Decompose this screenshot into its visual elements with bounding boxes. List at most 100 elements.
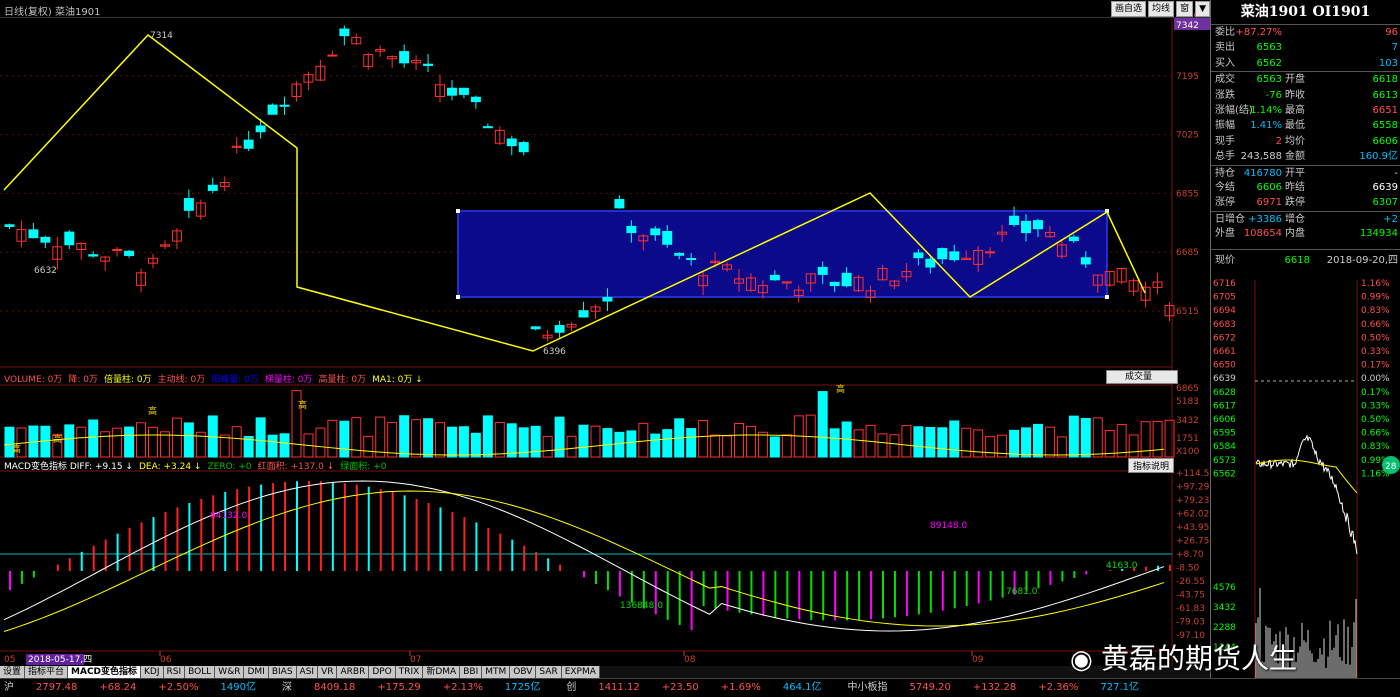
- volume-bar: [769, 436, 780, 458]
- volume-legend-item: MA1: 0万 ↓: [372, 375, 423, 385]
- status-item: 1490亿: [220, 682, 256, 693]
- tab-2[interactable]: 指标平台: [25, 666, 69, 678]
- volume-bar: [399, 415, 410, 458]
- tab-16[interactable]: BBI: [460, 666, 483, 678]
- volume-bar: [757, 431, 768, 458]
- intraday-pct-tick: 0.83%: [1361, 306, 1390, 316]
- tab-8[interactable]: DMI: [244, 666, 269, 678]
- stat-value: 6971: [1256, 197, 1282, 209]
- volume-indicator-dropdown[interactable]: 成交量: [1106, 370, 1178, 384]
- stat-value-2: 6651: [1372, 104, 1398, 116]
- macd-tick: -43.75: [1176, 591, 1205, 601]
- volume-bar: [327, 419, 338, 458]
- volume-legend-item: VOLUME: 0万: [4, 375, 63, 385]
- stat-row: 涨停 6971 跌停 6307: [1211, 195, 1400, 210]
- kline-chart-canvas[interactable]: 731466326396 高高高高高 84132.089148.0136848.…: [0, 0, 1400, 697]
- stat-value: -76: [1265, 89, 1282, 101]
- tab-7[interactable]: W&R: [215, 666, 245, 678]
- stat-label-2: 昨收: [1285, 89, 1305, 101]
- tab-13[interactable]: DPO: [369, 666, 396, 678]
- stat-label-2: 内盘: [1285, 228, 1305, 240]
- candle-body: [985, 251, 996, 254]
- tab-14[interactable]: TRIX: [395, 666, 424, 678]
- intraday-price-tick: 6650: [1213, 361, 1236, 371]
- volume-bar: [1032, 423, 1043, 458]
- status-item: 创: [566, 682, 577, 693]
- window-button[interactable]: 窗: [1176, 1, 1194, 17]
- tab-4[interactable]: KDJ: [141, 666, 164, 678]
- volume-bar: [411, 419, 422, 458]
- candle-body: [327, 54, 338, 57]
- volume-legend-item: 梯量柱: 0万: [264, 375, 313, 385]
- add-favorite-button[interactable]: 画自选: [1111, 1, 1147, 17]
- tab-9[interactable]: BIAS: [268, 666, 297, 678]
- tab-15[interactable]: 新DMA: [423, 666, 461, 678]
- intraday-price-tick: 6661: [1213, 347, 1236, 357]
- status-item: 1411.12: [598, 682, 640, 693]
- tab-3[interactable]: MACD变色指标: [68, 666, 142, 678]
- intraday-price-tick: 6595: [1213, 429, 1236, 439]
- month-label: 05: [4, 655, 15, 665]
- more-menu-button[interactable]: ▼: [1195, 1, 1210, 17]
- status-item: +23.50: [661, 682, 699, 693]
- candle-body: [554, 325, 565, 333]
- volume-bar: [925, 427, 936, 458]
- price-tick: 6855: [1176, 189, 1199, 199]
- indicator-help-button[interactable]: 指标说明: [1128, 458, 1175, 473]
- tab-18[interactable]: OBV: [510, 666, 537, 678]
- stat-label: 外盘: [1215, 228, 1235, 240]
- intraday-pct-tick: 0.99%: [1361, 293, 1390, 303]
- intraday-price-tick: 2288: [1213, 623, 1236, 633]
- candle-body: [1009, 215, 1020, 225]
- volume-bar: [698, 419, 709, 458]
- volume-bar: [315, 427, 326, 458]
- tab-10[interactable]: ASI: [296, 666, 319, 678]
- candle-body: [255, 125, 266, 133]
- macd-tick: +114.5: [1176, 469, 1209, 479]
- volume-bar: [1152, 421, 1163, 458]
- volume-bar: [255, 417, 266, 458]
- row-value: 6562: [1256, 57, 1282, 69]
- intraday-chart[interactable]: 6716 6705 6694 6683 6672 6661 6650 6639 6628 6617…: [1210, 250, 1400, 678]
- row-volume: 7: [1391, 42, 1398, 54]
- candle-body: [183, 198, 194, 211]
- volume-bar: [722, 435, 733, 458]
- volume-bar: [1044, 426, 1055, 458]
- status-item: +132.28: [972, 682, 1017, 693]
- volume-bar: [64, 424, 75, 458]
- status-item: +2.50%: [158, 682, 199, 693]
- ma-button[interactable]: 均线: [1148, 1, 1175, 17]
- tab-6[interactable]: BOLL: [185, 666, 216, 678]
- volume-legend-item: 倍量柱: 0万: [103, 375, 152, 385]
- stat-row: 今结 6606 昨结 6639: [1211, 180, 1400, 195]
- volume-bar: [363, 435, 374, 458]
- tab-1[interactable]: 设置: [0, 666, 26, 678]
- volume-bar: [686, 428, 697, 458]
- volume-bar: [470, 432, 481, 458]
- candle-body: [662, 230, 673, 245]
- tab-11[interactable]: VR: [318, 666, 338, 678]
- volume-bar: [829, 428, 840, 458]
- volume-bar: [985, 436, 996, 458]
- volume-bar: [590, 425, 601, 458]
- tab-5[interactable]: RSI: [163, 666, 186, 678]
- candle-body: [602, 296, 613, 302]
- status-item: 727.1亿: [1100, 682, 1140, 693]
- tab-20[interactable]: EXPMA: [561, 666, 600, 678]
- stat-value: 108654: [1243, 228, 1282, 240]
- stat-label: 持仓: [1215, 167, 1235, 179]
- volume-bar: [913, 426, 924, 458]
- tab-12[interactable]: ARBR: [337, 666, 370, 678]
- candle-body: [446, 87, 457, 96]
- stat-label: 总手: [1215, 151, 1235, 163]
- volume-bar: [542, 435, 553, 458]
- candle-body: [937, 248, 948, 260]
- volume-legend-item: 阳峰量: 0万: [211, 375, 259, 385]
- stat-value: +3386: [1248, 213, 1282, 225]
- volume-legend-item: 高量柱: 0万: [318, 375, 367, 385]
- tab-17[interactable]: MTM: [482, 666, 511, 678]
- tab-19[interactable]: SAR: [536, 666, 562, 678]
- candle-body: [686, 258, 697, 261]
- volume-bar: [231, 426, 242, 458]
- volume-bar: [1056, 436, 1067, 458]
